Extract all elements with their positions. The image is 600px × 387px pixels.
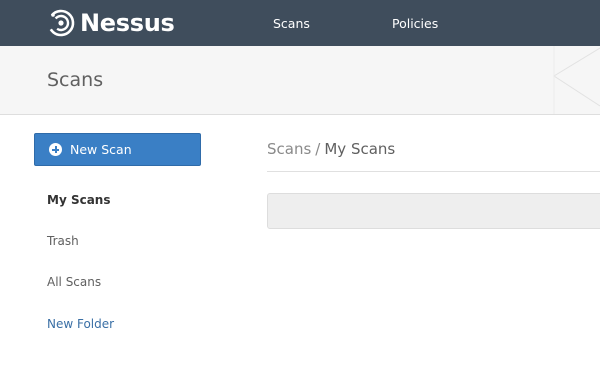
nav-item-scans[interactable]: Scans [273, 16, 310, 31]
page-title: Scans [47, 69, 104, 91]
nessus-logo[interactable]: Nessus [47, 7, 175, 39]
plus-circle-icon [49, 143, 62, 156]
logo-text: Nessus [80, 9, 175, 37]
content-divider [267, 171, 600, 172]
new-folder-link[interactable]: New Folder [47, 317, 114, 331]
nessus-logo-icon [47, 9, 75, 37]
sidebar-item-all-scans[interactable]: All Scans [47, 275, 101, 289]
header-decoration [553, 46, 600, 114]
page-header: Scans [0, 46, 600, 115]
sidebar-item-my-scans[interactable]: My Scans [47, 193, 110, 207]
new-scan-label: New Scan [70, 142, 132, 157]
top-navigation-bar: Nessus Scans Policies [0, 0, 600, 46]
scan-list-panel [267, 193, 600, 229]
sidebar-item-trash[interactable]: Trash [47, 234, 79, 248]
breadcrumb-current: My Scans [324, 140, 396, 158]
new-scan-button[interactable]: New Scan [34, 133, 201, 166]
nav-item-policies[interactable]: Policies [392, 16, 438, 31]
breadcrumb: Scans / My Scans [267, 140, 395, 158]
breadcrumb-separator: / [315, 140, 321, 158]
breadcrumb-root[interactable]: Scans [267, 140, 311, 158]
